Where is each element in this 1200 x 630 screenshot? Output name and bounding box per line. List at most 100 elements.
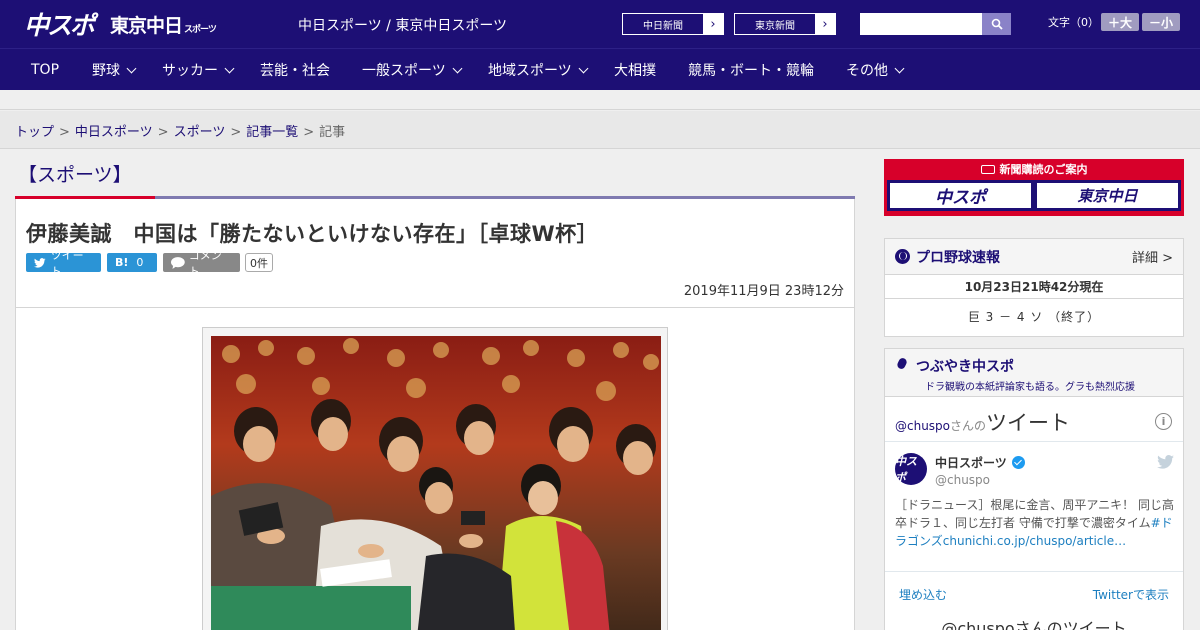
breadcrumb-sep: > [303, 125, 315, 140]
nav-label: TOP [31, 62, 60, 78]
tweet-share-button[interactable]: ツイート [26, 249, 101, 278]
tokyo-logo-text: 東京中日 [110, 14, 183, 37]
nav-label: 野球 [92, 63, 120, 79]
breadcrumb-current: 記事 [319, 125, 346, 140]
search-button[interactable] [982, 13, 1011, 35]
subscribe-chuspo-button[interactable]: 中スポ [887, 180, 1034, 211]
twitter-account-link[interactable]: @chuspo [895, 419, 950, 433]
baseball-icon [895, 249, 910, 264]
tweet-author-handle[interactable]: @chuspo [935, 473, 990, 487]
font-size-up-button[interactable]: ＋大 [1101, 13, 1139, 31]
chuspo-logo[interactable]: 中スポ [24, 9, 95, 40]
article-divider [16, 307, 854, 308]
nav-item-local-sports[interactable]: 地域スポーツ [488, 49, 589, 91]
section-title: 【スポーツ】 [18, 164, 132, 186]
chevron-down-icon [452, 63, 463, 73]
chevron-right-icon: › [703, 14, 723, 34]
article-date: 2019年11月9日 23時12分 [683, 284, 844, 299]
nav-label: 競馬・ボート・競輪 [688, 63, 814, 79]
baseball-game-score[interactable]: 巨 3 － 4 ソ （終了） [885, 299, 1183, 335]
article-photo-frame [202, 327, 668, 630]
comment-button[interactable]: コメント [163, 249, 240, 278]
tweet-url-link[interactable]: chunichi.co.jp/chuspo/article… [943, 534, 1126, 548]
chunichi-shimbun-link[interactable]: 中日新聞 › [622, 13, 724, 35]
tokyo-shimbun-link[interactable]: 東京新聞 › [734, 13, 836, 35]
view-on-twitter-link[interactable]: Twitterで表示 [1093, 586, 1169, 603]
tokyo-logo-sub: スポーツ [184, 25, 217, 35]
breadcrumb-sports[interactable]: スポーツ [174, 125, 226, 140]
font-size-down-button[interactable]: －小 [1142, 13, 1180, 31]
breadcrumb-chuspo[interactable]: 中日スポーツ [75, 125, 153, 140]
chevron-down-icon [224, 63, 235, 73]
chevron-right-icon: › [815, 14, 835, 34]
ext-link-label: 中日新聞 [643, 20, 683, 32]
avatar[interactable]: 中スポ [895, 453, 927, 485]
photo-crowd-image [211, 336, 661, 630]
nav-item-entertainment[interactable]: 芸能・社会 [260, 49, 330, 91]
nav-label: 地域スポーツ [488, 63, 572, 79]
subscription-banner[interactable]: 新聞購読のご案内 中スポ 東京中日 [884, 159, 1184, 216]
newspaper-icon [980, 165, 995, 174]
article-top-bar-accent [15, 196, 155, 199]
site-title-link[interactable]: 中日スポーツ / 東京中日スポーツ [298, 15, 507, 35]
comment-count: 0件 [245, 253, 273, 272]
chevron-down-icon [126, 63, 137, 73]
speech-bubble-icon [171, 256, 185, 269]
article-photo[interactable] [211, 336, 661, 630]
breadcrumb-top[interactable]: トップ [15, 125, 54, 140]
article-headline: 伊藤美誠 中国は「勝たないといけない存在」［卓球W杯］ [26, 222, 599, 246]
nav-label: サッカー [162, 63, 218, 79]
comment-label: コメント [188, 248, 222, 278]
tweet-author-name[interactable]: 中日スポーツ [935, 454, 1025, 471]
tweet-separator [885, 441, 1183, 442]
breadcrumb-sep: > [230, 125, 242, 140]
article-top-bar [15, 196, 855, 199]
tokyo-chunichi-logo[interactable]: 東京中日 スポーツ [110, 9, 217, 39]
subscription-title-text: 新聞購読のご案内 [999, 163, 1088, 176]
sub-strip [0, 90, 1200, 110]
tweet-separator [885, 571, 1183, 572]
subscribe-tokyo-button[interactable]: 東京中日 [1034, 180, 1181, 211]
nav-item-soccer[interactable]: サッカー [162, 49, 235, 91]
nav-item-sumo[interactable]: 大相撲 [614, 49, 656, 91]
nav-item-racing[interactable]: 競馬・ボート・競輪 [688, 49, 814, 91]
info-icon[interactable]: i [1155, 413, 1172, 430]
top-header: 中スポ 東京中日 スポーツ 中日スポーツ / 東京中日スポーツ 中日新聞 › 東京… [0, 0, 1200, 48]
author-name-text: 中日スポーツ [935, 456, 1007, 470]
breadcrumb-sep: > [59, 125, 70, 140]
twitter-bird-icon [34, 257, 46, 268]
nav-item-baseball[interactable]: 野球 [92, 49, 137, 91]
chevron-down-icon [578, 63, 589, 73]
verified-icon [1011, 456, 1025, 469]
nav-item-general-sports[interactable]: 一般スポーツ [362, 49, 463, 91]
ext-link-label: 東京新聞 [755, 20, 795, 32]
tweet-panel-title: つぶやき中スポ [916, 359, 1014, 375]
nav-item-top[interactable]: TOP [31, 49, 59, 91]
tweet-label: ツイート [50, 248, 84, 278]
more-tweets-heading: @chuspoさんのツイート [941, 619, 1127, 630]
tweet-panel: つぶやき中スポ ドラ観戦の本紙評論家も語る。グラも熱烈応援 @chuspoさんの… [884, 348, 1184, 630]
tweet-panel-subtitle: ドラ観戦の本紙評論家も語る。グラも熱烈応援 [925, 382, 1135, 393]
hatena-bookmark-button[interactable]: B! 0 [107, 253, 157, 272]
nav-label: 一般スポーツ [362, 63, 446, 79]
tweet-text: ［ドラニュース］根尾に金言、周平アニキ！ 同じ高卒ドラ１、同じ左打者 守備で打撃… [895, 496, 1177, 550]
breadcrumb-sep: > [157, 125, 169, 140]
baseball-panel-header: プロ野球速報 詳細 > [885, 239, 1183, 275]
tweet-body: ［ドラニュース］根尾に金言、周平アニキ！ 同じ高卒ドラ１、同じ左打者 守備で打撃… [895, 498, 1174, 530]
baseball-details-link[interactable]: 詳細 > [1132, 247, 1173, 266]
breadcrumb: トップ > 中日スポーツ > スポーツ > 記事一覧 > 記事 [0, 111, 1200, 149]
nav-item-other[interactable]: その他 [846, 49, 905, 91]
search-input[interactable] [860, 13, 982, 35]
embed-link[interactable]: 埋め込む [899, 586, 947, 603]
nav-label: その他 [846, 63, 888, 79]
twitter-widget-san: さんの [950, 419, 987, 433]
twitter-widget-title: @chuspoさんのツイート [895, 407, 1070, 437]
twitter-bird-icon[interactable] [1157, 455, 1174, 469]
chevron-down-icon [894, 63, 905, 73]
tweet-panel-header: つぶやき中スポ ドラ観戦の本紙評論家も語る。グラも熱烈応援 [885, 349, 1183, 397]
main-nav: TOP 野球 サッカー 芸能・社会 一般スポーツ 地域スポーツ 大相撲 競馬・ボ… [0, 48, 1200, 90]
nav-label: 大相撲 [614, 63, 656, 79]
font-size-label: 文字（0） [1048, 16, 1099, 29]
breadcrumb-article-list[interactable]: 記事一覧 [246, 125, 298, 140]
article-card: 伊藤美誠 中国は「勝たないといけない存在」［卓球W杯］ ツイート B! 0 コメ… [15, 196, 855, 630]
